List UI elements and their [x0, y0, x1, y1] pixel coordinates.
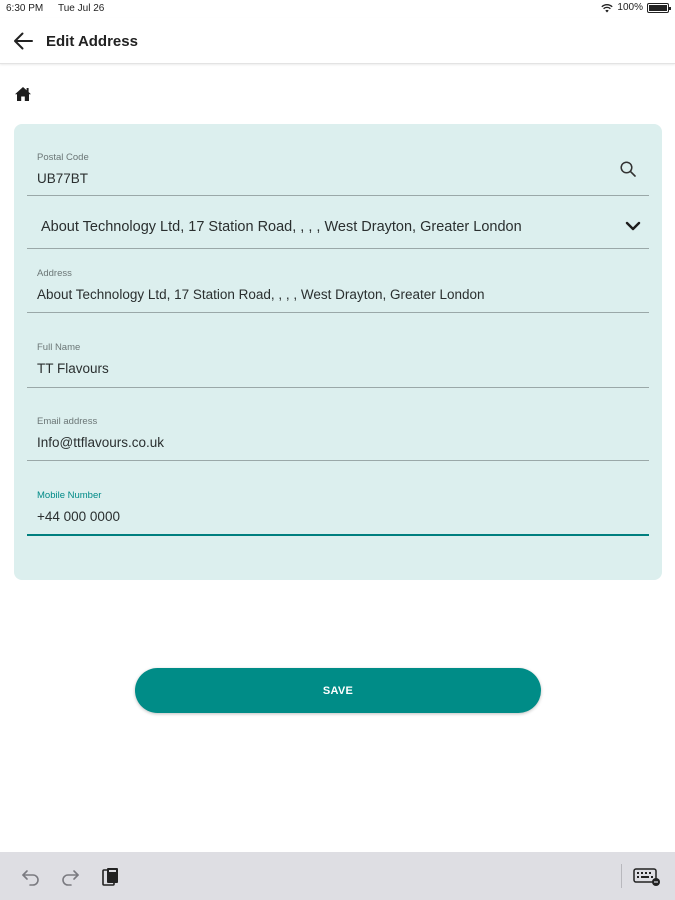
postal-code-field[interactable]: Postal Code UB77BT [27, 138, 649, 196]
mobile-number-field[interactable]: Mobile Number +44 000 0000 [27, 461, 649, 536]
email-field[interactable]: Email address Info@ttflavours.co.uk [27, 388, 649, 461]
address-input[interactable]: About Technology Ltd, 17 Station Road, ,… [37, 287, 485, 302]
address-label: Address [37, 268, 72, 279]
chevron-down-icon[interactable] [625, 220, 641, 232]
address-form-card: Postal Code UB77BT About Technology Ltd,… [14, 124, 662, 580]
full-name-label: Full Name [37, 342, 81, 353]
back-button[interactable] [10, 28, 36, 54]
paste-button[interactable] [98, 866, 122, 888]
email-input[interactable]: Info@ttflavours.co.uk [37, 435, 164, 450]
toolbar-divider [621, 864, 622, 888]
keyboard-shortcut-bar [0, 852, 675, 900]
status-indicators: 100% [601, 2, 671, 13]
keyboard-icon [633, 868, 660, 886]
status-time: 6:30 PM [6, 3, 44, 14]
status-date: Tue Jul 26 [58, 3, 105, 14]
redo-button[interactable] [58, 866, 82, 888]
page-title: Edit Address [46, 33, 138, 50]
email-label: Email address [37, 416, 98, 427]
search-icon[interactable] [619, 160, 637, 178]
mobile-number-label: Mobile Number [37, 490, 102, 501]
full-name-input[interactable]: TT Flavours [37, 361, 109, 376]
mobile-number-input[interactable]: +44 000 0000 [37, 509, 120, 524]
redo-icon [62, 870, 79, 886]
address-field[interactable]: Address About Technology Ltd, 17 Station… [27, 249, 649, 313]
wifi-icon [601, 3, 614, 12]
full-name-field[interactable]: Full Name TT Flavours [27, 313, 649, 388]
home-icon [15, 87, 31, 101]
keyboard-toggle-button[interactable] [632, 866, 662, 888]
battery-icon [647, 2, 671, 13]
status-bar: 6:30 PM Tue Jul 26 100% [0, 0, 675, 18]
save-button[interactable]: SAVE [135, 668, 541, 713]
battery-percent: 100% [617, 2, 643, 13]
app-bar: Edit Address [0, 18, 675, 64]
undo-button[interactable] [19, 866, 43, 888]
clipboard-icon [102, 868, 118, 886]
back-arrow-icon [14, 32, 33, 50]
address-select-value: About Technology Ltd, 17 Station Road, ,… [41, 219, 522, 235]
undo-icon [22, 870, 39, 886]
postal-code-input[interactable]: UB77BT [37, 171, 88, 186]
address-select-dropdown[interactable]: About Technology Ltd, 17 Station Road, ,… [27, 196, 649, 249]
postal-code-label: Postal Code [37, 152, 89, 163]
